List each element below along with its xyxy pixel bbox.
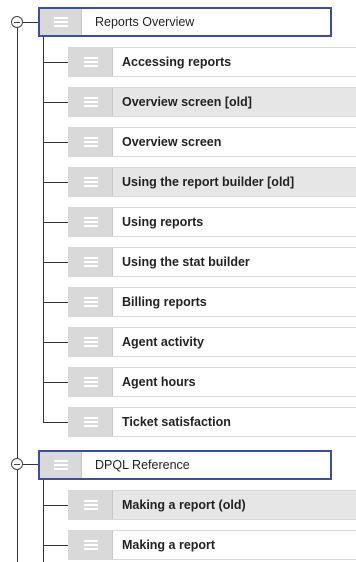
tree-guide-line-section-1 bbox=[43, 37, 44, 423]
tree-item-label: Using reports bbox=[122, 215, 204, 229]
tree-item-agent-activity[interactable]: Agent activity bbox=[68, 327, 356, 357]
tree-node-dpql-reference[interactable]: DPQL Reference bbox=[38, 450, 332, 480]
tree-connector bbox=[43, 422, 68, 423]
tree-node-label: DPQL Reference bbox=[95, 458, 190, 472]
drag-handle-icon[interactable] bbox=[69, 408, 113, 436]
tree-connector bbox=[43, 342, 68, 343]
hamburger-icon bbox=[83, 540, 98, 550]
tree-item-making-report-old[interactable]: Making a report (old) bbox=[68, 490, 356, 520]
hamburger-icon bbox=[53, 460, 68, 470]
tree-item-overview-screen-old[interactable]: Overview screen [old] bbox=[68, 87, 356, 117]
drag-handle-icon[interactable] bbox=[69, 128, 113, 156]
hamburger-icon bbox=[83, 500, 98, 510]
tree-item-label: Overview screen [old] bbox=[122, 95, 252, 109]
tree-connector bbox=[43, 505, 68, 506]
tree-item-ticket-satisfaction[interactable]: Ticket satisfaction bbox=[68, 407, 356, 437]
tree-item-making-report[interactable]: Making a report bbox=[68, 530, 356, 560]
tree-item-label: Agent hours bbox=[122, 375, 196, 389]
drag-handle-icon[interactable] bbox=[69, 368, 113, 396]
tree-item-label: Making a report bbox=[122, 538, 216, 552]
drag-handle-icon[interactable] bbox=[69, 248, 113, 276]
hamburger-icon bbox=[83, 337, 98, 347]
hamburger-icon bbox=[83, 377, 98, 387]
tree-connector bbox=[43, 382, 68, 383]
tree-item-label: Making a report (old) bbox=[122, 498, 246, 512]
tree-connector bbox=[43, 102, 68, 103]
drag-handle-icon[interactable] bbox=[69, 168, 113, 196]
drag-handle-icon[interactable] bbox=[69, 491, 113, 519]
tree-item-using-report-builder-old[interactable]: Using the report builder [old] bbox=[68, 167, 356, 197]
tree-item-agent-hours[interactable]: Agent hours bbox=[68, 367, 356, 397]
tree-item-using-stat-builder[interactable]: Using the stat builder bbox=[68, 247, 356, 277]
tree-item-label: Accessing reports bbox=[122, 55, 232, 69]
collapse-toggle-dpql-reference[interactable] bbox=[11, 458, 23, 470]
drag-handle-icon[interactable] bbox=[69, 88, 113, 116]
tree-connector bbox=[43, 62, 68, 63]
hamburger-icon bbox=[83, 137, 98, 147]
drag-handle-icon[interactable] bbox=[69, 208, 113, 236]
tree-item-label: Agent activity bbox=[122, 335, 204, 349]
tree-item-using-reports[interactable]: Using reports bbox=[68, 207, 356, 237]
hamburger-icon bbox=[83, 297, 98, 307]
tree-item-label: Using the report builder [old] bbox=[122, 175, 295, 189]
drag-handle-icon[interactable] bbox=[69, 531, 113, 559]
tree-item-overview-screen[interactable]: Overview screen bbox=[68, 127, 356, 157]
tree-connector bbox=[43, 182, 68, 183]
tree-connector bbox=[43, 545, 68, 546]
tree-connector bbox=[43, 222, 68, 223]
tree-item-label: Ticket satisfaction bbox=[122, 415, 231, 429]
tree-guide-line-main bbox=[17, 27, 18, 562]
tree-item-label: Billing reports bbox=[122, 295, 207, 309]
tree-item-label: Overview screen bbox=[122, 135, 222, 149]
hamburger-icon bbox=[83, 97, 98, 107]
collapse-toggle-reports-overview[interactable] bbox=[11, 16, 23, 28]
tree-connector bbox=[43, 262, 68, 263]
tree-node-reports-overview[interactable]: Reports Overview bbox=[38, 7, 332, 37]
hamburger-icon bbox=[83, 417, 98, 427]
drag-handle-icon[interactable] bbox=[69, 288, 113, 316]
tree-item-accessing-reports[interactable]: Accessing reports bbox=[68, 47, 356, 77]
tree-item-billing-reports[interactable]: Billing reports bbox=[68, 287, 356, 317]
tree-connector bbox=[43, 302, 68, 303]
drag-handle-icon[interactable] bbox=[40, 452, 82, 478]
tree-connector bbox=[43, 142, 68, 143]
hamburger-icon bbox=[83, 257, 98, 267]
tree-item-label: Using the stat builder bbox=[122, 255, 250, 269]
hamburger-icon bbox=[53, 17, 68, 27]
drag-handle-icon[interactable] bbox=[69, 48, 113, 76]
drag-handle-icon[interactable] bbox=[69, 328, 113, 356]
hamburger-icon bbox=[83, 217, 98, 227]
hamburger-icon bbox=[83, 177, 98, 187]
tree-node-label: Reports Overview bbox=[95, 15, 195, 29]
hamburger-icon bbox=[83, 57, 98, 67]
drag-handle-icon[interactable] bbox=[40, 9, 82, 35]
tree-guide-line-section-2 bbox=[43, 480, 44, 562]
tree-connector bbox=[23, 464, 38, 465]
tree-connector bbox=[23, 22, 38, 23]
